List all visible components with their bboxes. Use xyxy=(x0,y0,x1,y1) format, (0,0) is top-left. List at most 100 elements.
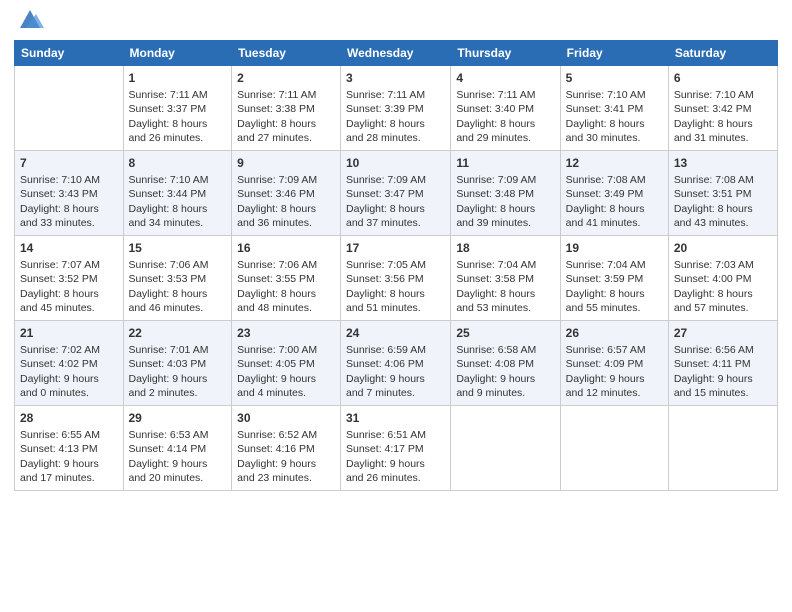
cell-content: Sunrise: 7:11 AMSunset: 3:37 PMDaylight:… xyxy=(129,88,227,145)
cell-content: Sunrise: 7:04 AMSunset: 3:58 PMDaylight:… xyxy=(456,258,554,315)
cell-content: Sunrise: 7:11 AMSunset: 3:40 PMDaylight:… xyxy=(456,88,554,145)
header-day: Tuesday xyxy=(232,41,341,66)
day-number: 2 xyxy=(237,70,335,86)
cell-content: Sunrise: 6:57 AMSunset: 4:09 PMDaylight:… xyxy=(566,343,663,400)
calendar-cell: 28Sunrise: 6:55 AMSunset: 4:13 PMDayligh… xyxy=(15,406,124,491)
calendar-cell: 10 Sunrise: 7:09 AMSunset: 3:47 PMDayligh… xyxy=(341,151,451,236)
day-number: 15 xyxy=(129,240,227,256)
cell-content: Sunrise: 7:10 AMSunset: 3:41 PMDaylight:… xyxy=(566,88,663,145)
calendar-cell: 18 Sunrise: 7:04 AMSunset: 3:58 PMDayligh… xyxy=(451,236,560,321)
day-number: 30 xyxy=(237,410,335,426)
day-number: 21 xyxy=(20,325,118,341)
cell-content: Sunrise: 7:08 AMSunset: 3:51 PMDaylight:… xyxy=(674,173,772,230)
cell-content: Sunrise: 7:08 AMSunset: 3:49 PMDaylight:… xyxy=(566,173,663,230)
calendar-week: 7Sunrise: 7:10 AMSunset: 3:43 PMDaylight… xyxy=(15,151,778,236)
calendar-cell: 3 Sunrise: 7:11 AMSunset: 3:39 PMDaylight… xyxy=(341,66,451,151)
calendar-cell xyxy=(560,406,668,491)
day-number: 27 xyxy=(674,325,772,341)
calendar-cell: 12Sunrise: 7:08 AMSunset: 3:49 PMDayligh… xyxy=(560,151,668,236)
cell-content: Sunrise: 6:59 AMSunset: 4:06 PMDaylight:… xyxy=(346,343,445,400)
calendar-cell: 27 Sunrise: 6:56 AMSunset: 4:11 PMDayligh… xyxy=(668,321,777,406)
day-number: 1 xyxy=(129,70,227,86)
day-number: 11 xyxy=(456,155,554,171)
day-number: 26 xyxy=(566,325,663,341)
cell-content: Sunrise: 6:58 AMSunset: 4:08 PMDaylight:… xyxy=(456,343,554,400)
header-day: Thursday xyxy=(451,41,560,66)
calendar-cell: 14 Sunrise: 7:07 AMSunset: 3:52 PMDayligh… xyxy=(15,236,124,321)
cell-content: Sunrise: 6:52 AMSunset: 4:16 PMDaylight:… xyxy=(237,428,335,485)
day-number: 10 xyxy=(346,155,445,171)
day-number: 24 xyxy=(346,325,445,341)
calendar-cell: 5 Sunrise: 7:10 AMSunset: 3:41 PMDaylight… xyxy=(560,66,668,151)
logo xyxy=(14,14,44,34)
day-number: 6 xyxy=(674,70,772,86)
cell-content: Sunrise: 7:02 AMSunset: 4:02 PMDaylight:… xyxy=(20,343,118,400)
calendar-cell: 7Sunrise: 7:10 AMSunset: 3:43 PMDaylight… xyxy=(15,151,124,236)
calendar-cell: 24 Sunrise: 6:59 AMSunset: 4:06 PMDayligh… xyxy=(341,321,451,406)
calendar-cell: 26 Sunrise: 6:57 AMSunset: 4:09 PMDayligh… xyxy=(560,321,668,406)
day-number: 28 xyxy=(20,410,118,426)
calendar-cell: 13 Sunrise: 7:08 AMSunset: 3:51 PMDayligh… xyxy=(668,151,777,236)
day-number: 8 xyxy=(129,155,227,171)
calendar-cell: 22Sunrise: 7:01 AMSunset: 4:03 PMDayligh… xyxy=(123,321,232,406)
day-number: 31 xyxy=(346,410,445,426)
calendar-cell: 9 Sunrise: 7:09 AMSunset: 3:46 PMDaylight… xyxy=(232,151,341,236)
day-number: 16 xyxy=(237,240,335,256)
day-number: 18 xyxy=(456,240,554,256)
cell-content: Sunrise: 6:51 AMSunset: 4:17 PMDaylight:… xyxy=(346,428,445,485)
day-number: 14 xyxy=(20,240,118,256)
calendar-week: 21 Sunrise: 7:02 AMSunset: 4:02 PMDayligh… xyxy=(15,321,778,406)
header-day: Friday xyxy=(560,41,668,66)
cell-content: Sunrise: 7:09 AMSunset: 3:48 PMDaylight:… xyxy=(456,173,554,230)
cell-content: Sunrise: 7:04 AMSunset: 3:59 PMDaylight:… xyxy=(566,258,663,315)
calendar-cell: 20 Sunrise: 7:03 AMSunset: 4:00 PMDayligh… xyxy=(668,236,777,321)
day-number: 25 xyxy=(456,325,554,341)
cell-content: Sunrise: 7:00 AMSunset: 4:05 PMDaylight:… xyxy=(237,343,335,400)
calendar-cell: 31 Sunrise: 6:51 AMSunset: 4:17 PMDayligh… xyxy=(341,406,451,491)
cell-content: Sunrise: 7:11 AMSunset: 3:39 PMDaylight:… xyxy=(346,88,445,145)
day-number: 4 xyxy=(456,70,554,86)
cell-content: Sunrise: 7:10 AMSunset: 3:43 PMDaylight:… xyxy=(20,173,118,230)
calendar-cell xyxy=(15,66,124,151)
day-number: 13 xyxy=(674,155,772,171)
day-number: 29 xyxy=(129,410,227,426)
header-day: Saturday xyxy=(668,41,777,66)
day-number: 23 xyxy=(237,325,335,341)
day-number: 5 xyxy=(566,70,663,86)
calendar-week: 1 Sunrise: 7:11 AMSunset: 3:37 PMDaylight… xyxy=(15,66,778,151)
logo-icon xyxy=(16,6,44,34)
calendar-cell: 2 Sunrise: 7:11 AMSunset: 3:38 PMDaylight… xyxy=(232,66,341,151)
calendar-cell: 8Sunrise: 7:10 AMSunset: 3:44 PMDaylight… xyxy=(123,151,232,236)
calendar-cell: 29 Sunrise: 6:53 AMSunset: 4:14 PMDayligh… xyxy=(123,406,232,491)
cell-content: Sunrise: 7:10 AMSunset: 3:42 PMDaylight:… xyxy=(674,88,772,145)
cell-content: Sunrise: 6:56 AMSunset: 4:11 PMDaylight:… xyxy=(674,343,772,400)
calendar-cell: 6 Sunrise: 7:10 AMSunset: 3:42 PMDaylight… xyxy=(668,66,777,151)
cell-content: Sunrise: 6:53 AMSunset: 4:14 PMDaylight:… xyxy=(129,428,227,485)
day-number: 17 xyxy=(346,240,445,256)
calendar-cell xyxy=(451,406,560,491)
cell-content: Sunrise: 7:09 AMSunset: 3:46 PMDaylight:… xyxy=(237,173,335,230)
header xyxy=(14,10,778,34)
day-number: 20 xyxy=(674,240,772,256)
cell-content: Sunrise: 7:03 AMSunset: 4:00 PMDaylight:… xyxy=(674,258,772,315)
calendar-week: 14 Sunrise: 7:07 AMSunset: 3:52 PMDayligh… xyxy=(15,236,778,321)
cell-content: Sunrise: 7:11 AMSunset: 3:38 PMDaylight:… xyxy=(237,88,335,145)
cell-content: Sunrise: 7:09 AMSunset: 3:47 PMDaylight:… xyxy=(346,173,445,230)
calendar-cell: 1 Sunrise: 7:11 AMSunset: 3:37 PMDaylight… xyxy=(123,66,232,151)
calendar-cell xyxy=(668,406,777,491)
header-day: Monday xyxy=(123,41,232,66)
cell-content: Sunrise: 7:06 AMSunset: 3:55 PMDaylight:… xyxy=(237,258,335,315)
header-day: Wednesday xyxy=(341,41,451,66)
calendar-cell: 21 Sunrise: 7:02 AMSunset: 4:02 PMDayligh… xyxy=(15,321,124,406)
calendar-cell: 30 Sunrise: 6:52 AMSunset: 4:16 PMDayligh… xyxy=(232,406,341,491)
calendar-cell: 17Sunrise: 7:05 AMSunset: 3:56 PMDayligh… xyxy=(341,236,451,321)
calendar-cell: 15Sunrise: 7:06 AMSunset: 3:53 PMDayligh… xyxy=(123,236,232,321)
day-number: 19 xyxy=(566,240,663,256)
day-number: 3 xyxy=(346,70,445,86)
calendar-week: 28Sunrise: 6:55 AMSunset: 4:13 PMDayligh… xyxy=(15,406,778,491)
header-row: SundayMondayTuesdayWednesdayThursdayFrid… xyxy=(15,41,778,66)
cell-content: Sunrise: 7:07 AMSunset: 3:52 PMDaylight:… xyxy=(20,258,118,315)
calendar-table: SundayMondayTuesdayWednesdayThursdayFrid… xyxy=(14,40,778,491)
calendar-cell: 23 Sunrise: 7:00 AMSunset: 4:05 PMDayligh… xyxy=(232,321,341,406)
day-number: 9 xyxy=(237,155,335,171)
